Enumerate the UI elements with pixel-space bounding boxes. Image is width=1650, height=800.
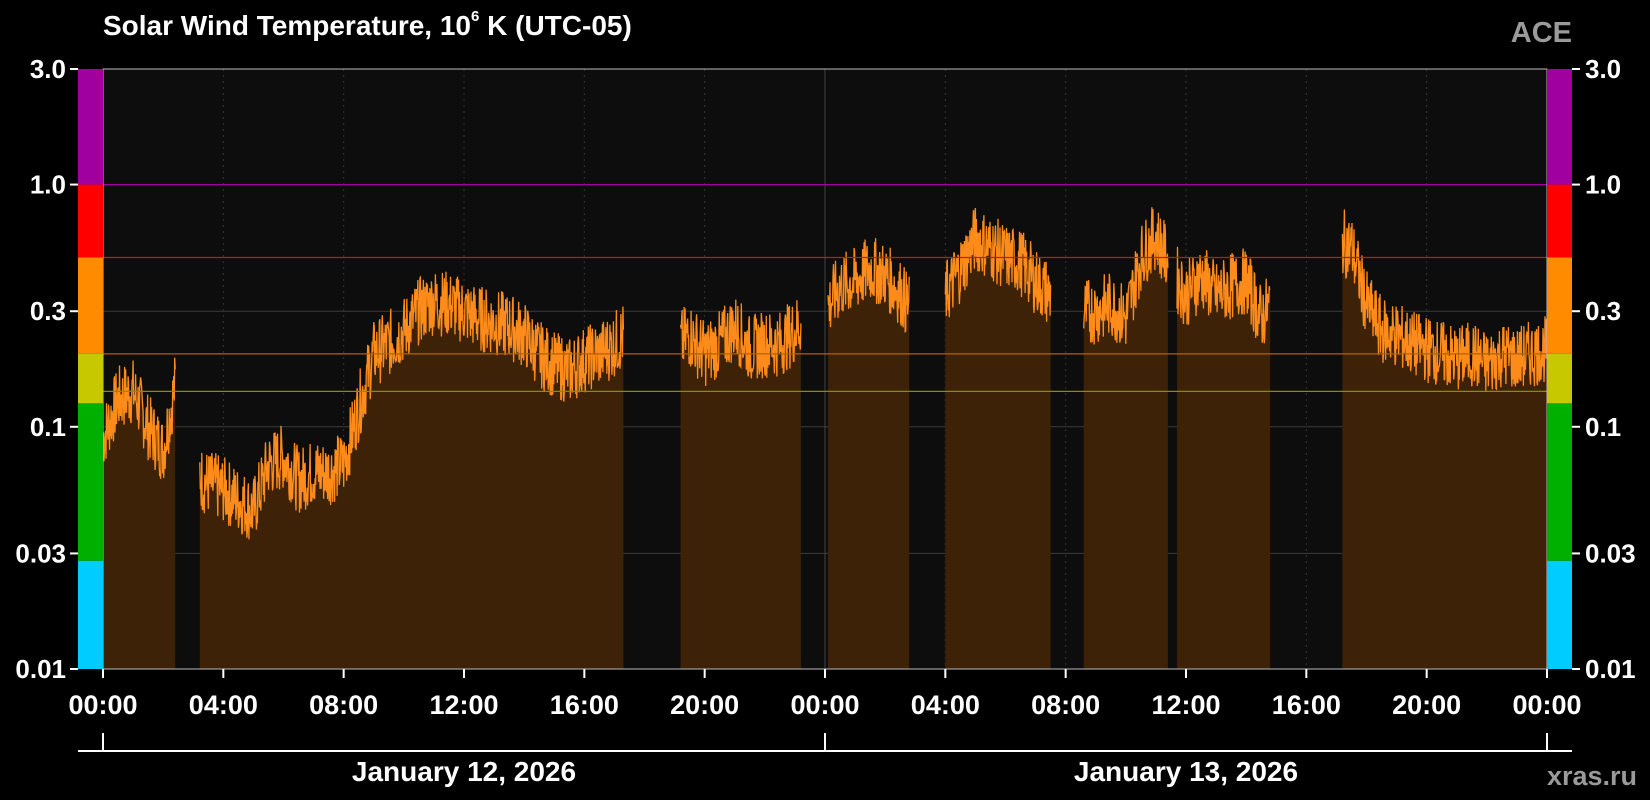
y-tick-label: 0.01 — [15, 654, 66, 684]
left-scale-band — [78, 69, 103, 185]
source-label: ACE — [1510, 17, 1572, 49]
y-tick-label: 0.3 — [30, 296, 66, 326]
date-label: January 13, 2026 — [1074, 756, 1298, 787]
left-scale-band — [78, 257, 103, 354]
x-tick-label: 16:00 — [550, 690, 619, 720]
right-scale-band — [1547, 184, 1572, 258]
left-scale-band — [78, 560, 103, 669]
y-tick-label: 3.0 — [30, 54, 66, 84]
y-tick-label: 1.0 — [1585, 170, 1621, 200]
right-scale-band — [1547, 403, 1572, 561]
x-tick-label: 16:00 — [1272, 690, 1341, 720]
y-tick-label: 0.1 — [1585, 412, 1621, 442]
right-scale-band — [1547, 353, 1572, 404]
x-tick-label: 20:00 — [1392, 690, 1461, 720]
x-tick-label: 00:00 — [790, 690, 859, 720]
date-label: January 12, 2026 — [352, 756, 576, 787]
right-scale-band — [1547, 560, 1572, 669]
y-tick-label: 0.03 — [1585, 538, 1636, 568]
chart-title: Solar Wind Temperature, 106 K (UTC-05) — [103, 8, 632, 41]
y-tick-label: 0.1 — [30, 412, 66, 442]
left-scale-band — [78, 403, 103, 561]
y-tick-label: 0.3 — [1585, 296, 1621, 326]
x-tick-label: 12:00 — [429, 690, 498, 720]
x-tick-label: 08:00 — [309, 690, 378, 720]
left-scale-band — [78, 184, 103, 258]
x-tick-label: 00:00 — [68, 690, 137, 720]
right-scale-band — [1547, 69, 1572, 185]
y-tick-label: 1.0 — [30, 170, 66, 200]
x-tick-label: 08:00 — [1031, 690, 1100, 720]
x-tick-label: 00:00 — [1512, 690, 1581, 720]
y-tick-label: 3.0 — [1585, 54, 1621, 84]
chart-canvas: 0.01 0.01 0.03 0.03 0.1 0.1 0.3 0.3 1.0 1.0 3.0 3.0… — [15, 54, 1636, 787]
watermark: xras.ru — [1546, 761, 1637, 791]
x-tick-label: 12:00 — [1151, 690, 1220, 720]
x-tick-label: 04:00 — [911, 690, 980, 720]
x-tick-label: 20:00 — [670, 690, 739, 720]
x-tick-label: 04:00 — [189, 690, 258, 720]
y-tick-label: 0.03 — [15, 538, 66, 568]
right-scale-band — [1547, 257, 1572, 354]
left-scale-band — [78, 353, 103, 404]
y-tick-label: 0.01 — [1585, 654, 1636, 684]
